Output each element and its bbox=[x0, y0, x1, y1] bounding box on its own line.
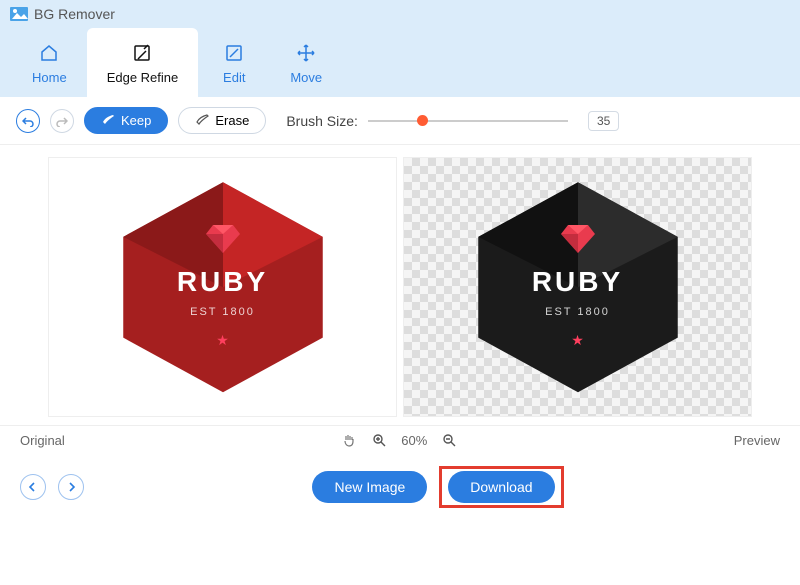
erase-brush-icon bbox=[195, 113, 209, 128]
preview-image: RUBY EST 1800 ★ bbox=[473, 177, 683, 397]
tab-label: Home bbox=[32, 70, 67, 85]
toolbar: Keep Erase Brush Size: 35 bbox=[0, 97, 800, 145]
brush-size-label: Brush Size: bbox=[286, 113, 358, 129]
original-panel: RUBY EST 1800 ★ bbox=[48, 157, 397, 417]
preview-label: Preview bbox=[734, 433, 780, 448]
star-icon: ★ bbox=[532, 332, 623, 349]
tabs-bar: Home Edge Refine Edit Move bbox=[0, 28, 800, 97]
redo-button[interactable] bbox=[50, 109, 74, 133]
gem-icon bbox=[177, 225, 268, 258]
edit-icon bbox=[224, 42, 244, 64]
zoom-out-icon[interactable] bbox=[441, 432, 457, 448]
home-icon bbox=[39, 42, 59, 64]
preview-panel: RUBY EST 1800 ★ bbox=[403, 157, 752, 417]
original-image: RUBY EST 1800 ★ bbox=[118, 177, 328, 397]
tab-move[interactable]: Move bbox=[270, 28, 342, 97]
move-icon bbox=[296, 42, 316, 64]
workspace: RUBY EST 1800 ★ RUBY EST 1800 ★ bbox=[0, 145, 800, 425]
download-button[interactable]: Download bbox=[448, 471, 554, 503]
zoom-in-icon[interactable] bbox=[371, 432, 387, 448]
tab-label: Edge Refine bbox=[107, 70, 179, 85]
tab-label: Move bbox=[290, 70, 322, 85]
erase-label: Erase bbox=[215, 113, 249, 128]
brush-size-value: 35 bbox=[588, 111, 619, 131]
download-highlight: Download bbox=[439, 466, 563, 508]
new-image-button[interactable]: New Image bbox=[312, 471, 427, 503]
statusbar: Original 60% Preview bbox=[0, 425, 800, 454]
tab-edge-refine[interactable]: Edge Refine bbox=[87, 28, 199, 97]
original-label: Original bbox=[20, 433, 65, 448]
app-logo-icon bbox=[10, 7, 28, 21]
logo-title: RUBY bbox=[532, 266, 623, 298]
logo-subtitle: EST 1800 bbox=[532, 306, 623, 318]
brush-size-slider[interactable] bbox=[368, 109, 568, 133]
tab-label: Edit bbox=[223, 70, 245, 85]
undo-button[interactable] bbox=[16, 109, 40, 133]
keep-button[interactable]: Keep bbox=[84, 107, 168, 134]
footer: New Image Download bbox=[0, 454, 800, 520]
erase-button[interactable]: Erase bbox=[178, 107, 266, 134]
edge-refine-icon bbox=[132, 42, 152, 64]
logo-title: RUBY bbox=[177, 266, 268, 298]
gem-icon bbox=[532, 225, 623, 258]
tab-home[interactable]: Home bbox=[12, 28, 87, 97]
app-title: BG Remover bbox=[34, 6, 115, 22]
tab-edit[interactable]: Edit bbox=[198, 28, 270, 97]
keep-brush-icon bbox=[101, 113, 115, 128]
prev-button[interactable] bbox=[20, 474, 46, 500]
titlebar: BG Remover bbox=[0, 0, 800, 28]
zoom-level: 60% bbox=[401, 433, 427, 448]
star-icon: ★ bbox=[177, 332, 268, 349]
keep-label: Keep bbox=[121, 113, 151, 128]
pan-hand-icon[interactable] bbox=[341, 432, 357, 448]
next-button[interactable] bbox=[58, 474, 84, 500]
logo-subtitle: EST 1800 bbox=[177, 306, 268, 318]
